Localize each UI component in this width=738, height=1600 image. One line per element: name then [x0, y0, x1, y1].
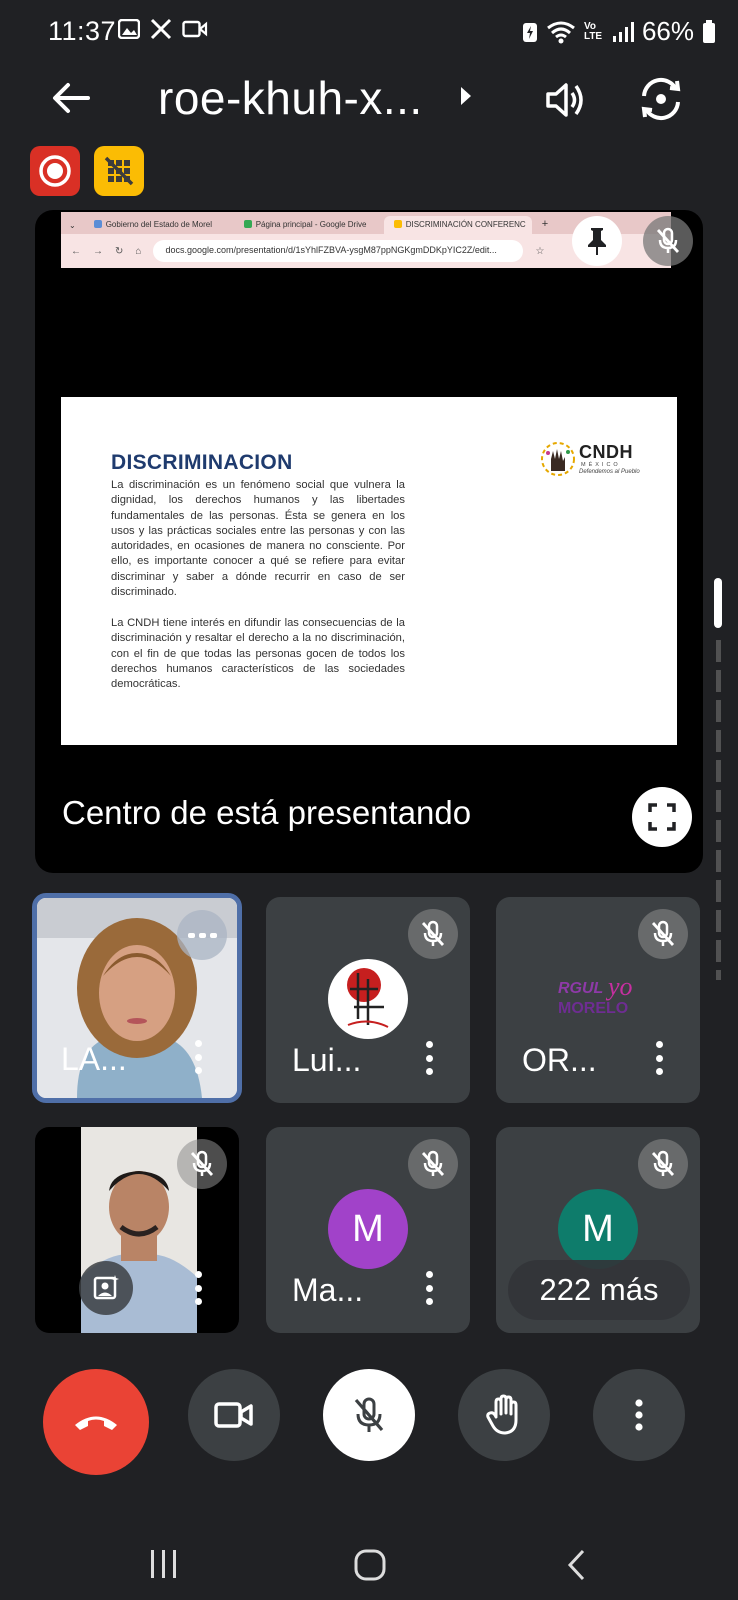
home-icon: ⌂ [135, 245, 142, 257]
mic-off-icon [177, 1139, 227, 1189]
participant-avatar-image [328, 959, 408, 1039]
pin-icon [588, 228, 606, 255]
recent-apps-icon[interactable] [148, 1548, 180, 1580]
camera-flip-icon[interactable] [636, 74, 686, 124]
raise-hand-button[interactable] [458, 1369, 550, 1461]
raise-hand-icon [486, 1394, 518, 1435]
browser-tab: DISCRIMINACIÓN CONFERENC [383, 216, 532, 234]
record-icon [39, 155, 71, 187]
participant-name: OR... [522, 1042, 597, 1078]
reload-icon: ↻ [115, 245, 124, 257]
svg-text:yo: yo [605, 975, 633, 1001]
participant-tile[interactable]: LA... [32, 893, 242, 1103]
gallery-icon [118, 19, 140, 39]
back-nav-icon[interactable] [565, 1548, 589, 1582]
battery-percent: 66% [641, 16, 694, 46]
mic-off-icon [656, 227, 680, 253]
video-recorder-icon [182, 20, 208, 38]
end-call-button[interactable] [43, 1369, 149, 1475]
slide-paragraph: La discriminación es un fenómeno social … [111, 479, 405, 599]
battery-saver-icon [522, 22, 537, 42]
recording-badge[interactable] [30, 146, 80, 196]
x-app-icon [150, 18, 172, 40]
tab-search-icon: ⌄ [69, 221, 76, 230]
participant-tile[interactable]: M 222 más [496, 1127, 700, 1333]
nav-forward-icon: → [93, 245, 103, 257]
mic-off-icon [638, 909, 688, 959]
mic-off-icon [408, 1139, 458, 1189]
portrait-effects-icon [93, 1275, 119, 1300]
more-vertical-icon[interactable] [654, 1041, 664, 1075]
more-vertical-icon[interactable] [193, 1271, 203, 1305]
avatar: M [328, 1189, 408, 1269]
scrollbar-track [716, 640, 721, 980]
battery-icon [703, 19, 715, 43]
participant-tile[interactable]: RGUL yo MORELO OR... [496, 897, 700, 1103]
participant-name: Lui... [292, 1042, 362, 1078]
cndh-logo: CNDH MÉXICO Defendemos al Pueblo [539, 439, 643, 481]
participant-logo-image: RGUL yo MORELO [558, 975, 633, 1017]
bookmark-star-icon: ☆ [535, 245, 545, 257]
more-options-button[interactable] [593, 1369, 685, 1461]
nav-back-icon: ← [71, 245, 81, 257]
participant-tile[interactable] [35, 1127, 239, 1333]
camera-toggle-button[interactable] [188, 1369, 280, 1461]
fullscreen-button[interactable] [632, 787, 692, 847]
mic-off-icon [354, 1397, 384, 1432]
meeting-code[interactable]: roe-khuh-x... [158, 71, 423, 125]
presenter-label: Centro de está presentando [62, 794, 472, 831]
speaker-icon[interactable] [542, 76, 590, 124]
status-bar: 11:37 Vo LTE 66% [0, 0, 738, 64]
system-icons: Vo LTE 66% [522, 16, 716, 47]
grid-off-icon [104, 156, 134, 186]
hangup-icon [75, 1416, 117, 1430]
signal-icon [612, 21, 634, 42]
home-button-icon[interactable] [353, 1548, 387, 1582]
svg-text:RGUL: RGUL [558, 980, 603, 997]
video-camera-icon [214, 1402, 253, 1428]
status-time: 11:37 [48, 16, 117, 46]
slide-paragraph: La CNDH tiene interés en difundir las co… [111, 617, 405, 691]
logo-text: CNDH [579, 442, 633, 462]
system-nav-bar [0, 1548, 738, 1600]
pin-button[interactable] [572, 216, 622, 266]
more-vertical-icon[interactable] [424, 1271, 434, 1305]
presentation-tile[interactable]: ⌄ Gobierno del Estado de Morel Página pr… [35, 210, 703, 873]
chevron-right-icon[interactable] [458, 84, 474, 108]
participant-name: LA... [61, 1041, 127, 1077]
browser-tab: Gobierno del Estado de Morel [84, 216, 232, 234]
slide-title: DISCRIMINACION [111, 451, 293, 474]
more-vertical-icon[interactable] [193, 1040, 203, 1074]
mic-off-icon [408, 909, 458, 959]
meeting-header: roe-khuh-x... [0, 64, 738, 136]
effects-button[interactable] [79, 1261, 133, 1315]
mic-toggle-button[interactable] [323, 1369, 415, 1461]
no-capture-badge[interactable] [94, 146, 144, 196]
arrow-left-icon[interactable] [48, 76, 92, 120]
notification-icons [118, 18, 208, 40]
speaking-indicator [177, 910, 227, 960]
url-bar: docs.google.com/presentation/d/1sYhlFZBV… [153, 240, 524, 262]
fullscreen-icon [648, 803, 676, 831]
presentation-slide: DISCRIMINACION La discriminación es un f… [61, 397, 677, 745]
wifi-icon [547, 21, 575, 43]
participant-tile[interactable]: Lui... [266, 897, 470, 1103]
cndh-emblem-icon [541, 442, 575, 476]
scrollbar-thumb[interactable] [714, 578, 722, 628]
avatar: M [558, 1189, 638, 1269]
participant-tile[interactable]: M Ma... [266, 1127, 470, 1333]
participant-name: Ma... [292, 1272, 364, 1308]
more-vertical-icon[interactable] [424, 1041, 434, 1075]
browser-tab: Página principal - Google Drive [234, 216, 382, 234]
logo-tagline: Defendemos al Pueblo [579, 469, 640, 475]
presenter-mic-status [643, 216, 693, 266]
new-tab-icon: + [541, 218, 549, 230]
more-participants-button[interactable]: 222 más [508, 1260, 690, 1320]
volte-label: Vo LTE [583, 20, 603, 42]
logo-country: MÉXICO [581, 462, 621, 468]
mic-off-icon [638, 1139, 688, 1189]
svg-text:MORELO: MORELO [558, 1000, 628, 1017]
more-vertical-icon [635, 1399, 643, 1431]
